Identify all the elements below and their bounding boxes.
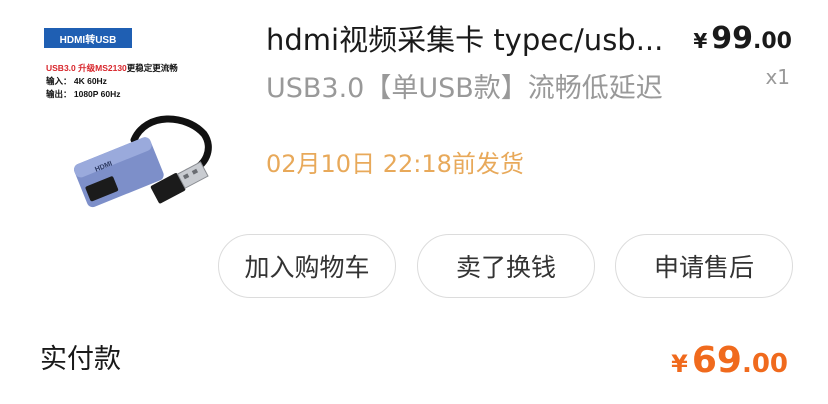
- paid-currency-symbol: ¥: [671, 350, 688, 378]
- product-title[interactable]: hdmi视频采集卡 typec/usb...: [266, 18, 686, 62]
- paid-amount: ¥69.00: [671, 336, 788, 389]
- add-to-cart-button[interactable]: 加入购物车: [218, 234, 396, 298]
- resell-button[interactable]: 卖了换钱: [417, 234, 595, 298]
- product-thumbnail[interactable]: HDMI转USB USB3.0 升级MS2130更稳定更流畅 输入： 4K 60…: [36, 22, 232, 218]
- price-integer: 99: [711, 21, 754, 56]
- item-price: ¥99.00: [693, 18, 792, 63]
- capture-card-illustration: HDMI: [74, 115, 212, 208]
- price-decimal: .00: [753, 29, 792, 54]
- paid-integer: 69: [691, 340, 742, 381]
- paid-decimal: .00: [741, 349, 788, 379]
- price-currency-symbol: ¥: [693, 29, 708, 53]
- after-sale-button[interactable]: 申请售后: [615, 234, 793, 298]
- item-quantity: x1: [765, 65, 790, 89]
- ship-deadline: 02月10日 22:18前发货: [266, 150, 524, 178]
- product-spec: USB3.0【单USB款】流畅低延迟: [266, 73, 663, 104]
- paid-amount-label: 实付款: [40, 344, 121, 375]
